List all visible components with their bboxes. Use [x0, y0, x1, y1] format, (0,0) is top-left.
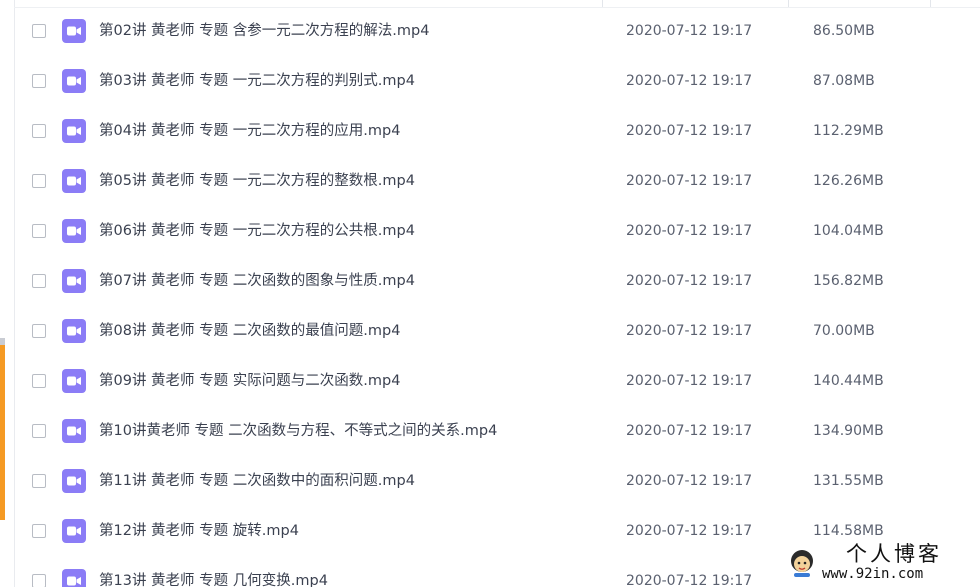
file-row[interactable]: 第02讲 黄老师 专题 含参一元二次方程的解法.mp4 2020-07-12 19… [14, 7, 980, 57]
file-name[interactable]: 第08讲 黄老师 专题 二次函数的最值问题.mp4 [99, 322, 400, 340]
file-modified-date: 2020-07-12 19:17 [626, 523, 753, 539]
file-row[interactable]: 第09讲 黄老师 专题 实际问题与二次函数.mp4 2020-07-12 19:1… [14, 357, 980, 407]
file-row[interactable]: 第05讲 黄老师 专题 一元二次方程的整数根.mp4 2020-07-12 19:… [14, 157, 980, 207]
file-name[interactable]: 第05讲 黄老师 专题 一元二次方程的整数根.mp4 [99, 172, 415, 190]
file-modified-date: 2020-07-12 19:17 [626, 73, 753, 89]
file-list: 第02讲 黄老师 专题 含参一元二次方程的解法.mp4 2020-07-12 19… [14, 7, 980, 587]
row-checkbox[interactable] [32, 574, 46, 587]
column-divider-end[interactable] [930, 0, 931, 7]
file-modified-date: 2020-07-12 19:17 [626, 473, 753, 489]
row-checkbox[interactable] [32, 324, 46, 338]
file-modified-date: 2020-07-12 19:17 [626, 123, 753, 139]
watermark: 个人博客 www.92in.com [780, 542, 980, 587]
file-size: 86.50MB [813, 23, 875, 39]
video-file-icon [62, 569, 86, 587]
file-size: 112.29MB [813, 123, 884, 139]
file-row[interactable]: 第06讲 黄老师 专题 一元二次方程的公共根.mp4 2020-07-12 19:… [14, 207, 980, 257]
file-row[interactable]: 第08讲 黄老师 专题 二次函数的最值问题.mp4 2020-07-12 19:1… [14, 307, 980, 357]
file-row[interactable]: 第07讲 黄老师 专题 二次函数的图象与性质.mp4 2020-07-12 19:… [14, 257, 980, 307]
file-name[interactable]: 第07讲 黄老师 专题 二次函数的图象与性质.mp4 [99, 272, 415, 290]
watermark-url: www.92in.com [822, 566, 924, 582]
file-size: 70.00MB [813, 323, 875, 339]
file-size: 140.44MB [813, 373, 884, 389]
video-file-icon [62, 519, 86, 543]
file-name[interactable]: 第11讲 黄老师 专题 二次函数中的面积问题.mp4 [99, 472, 415, 490]
video-file-icon [62, 419, 86, 443]
file-name[interactable]: 第03讲 黄老师 专题 一元二次方程的判别式.mp4 [99, 72, 415, 90]
file-modified-date: 2020-07-12 19:17 [626, 223, 753, 239]
file-name[interactable]: 第10讲黄老师 专题 二次函数与方程、不等式之间的关系.mp4 [99, 422, 497, 440]
file-size: 126.26MB [813, 173, 884, 189]
file-size: 156.82MB [813, 273, 884, 289]
video-file-icon [62, 269, 86, 293]
file-modified-date: 2020-07-12 19:17 [626, 273, 753, 289]
row-checkbox[interactable] [32, 274, 46, 288]
file-name[interactable]: 第09讲 黄老师 专题 实际问题与二次函数.mp4 [99, 372, 400, 390]
row-checkbox[interactable] [32, 524, 46, 538]
video-file-icon [62, 369, 86, 393]
file-modified-date: 2020-07-12 19:17 [626, 373, 753, 389]
file-size: 131.55MB [813, 473, 884, 489]
file-row[interactable]: 第10讲黄老师 专题 二次函数与方程、不等式之间的关系.mp4 2020-07-1… [14, 407, 980, 457]
file-size: 87.08MB [813, 73, 875, 89]
video-file-icon [62, 469, 86, 493]
row-checkbox[interactable] [32, 224, 46, 238]
file-manager-window: 第02讲 黄老师 专题 含参一元二次方程的解法.mp4 2020-07-12 19… [0, 0, 980, 587]
row-checkbox[interactable] [32, 424, 46, 438]
watermark-avatar-icon [791, 550, 813, 577]
left-scroll-indicator[interactable] [0, 345, 5, 520]
row-checkbox[interactable] [32, 474, 46, 488]
row-checkbox[interactable] [32, 174, 46, 188]
row-checkbox[interactable] [32, 374, 46, 388]
video-file-icon [62, 169, 86, 193]
watermark-title: 个人博客 [846, 542, 942, 566]
file-size: 114.58MB [813, 523, 884, 539]
file-row[interactable]: 第04讲 黄老师 专题 一元二次方程的应用.mp4 2020-07-12 19:1… [14, 107, 980, 157]
video-file-icon [62, 119, 86, 143]
video-file-icon [62, 19, 86, 43]
file-name[interactable]: 第04讲 黄老师 专题 一元二次方程的应用.mp4 [99, 122, 400, 140]
row-checkbox[interactable] [32, 24, 46, 38]
file-modified-date: 2020-07-12 19:17 [626, 23, 753, 39]
column-divider-date[interactable] [602, 0, 603, 7]
video-file-icon [62, 319, 86, 343]
file-modified-date: 2020-07-12 19:17 [626, 173, 753, 189]
row-checkbox[interactable] [32, 124, 46, 138]
video-file-icon [62, 219, 86, 243]
file-name[interactable]: 第13讲 黄老师 专题 几何变换.mp4 [99, 572, 328, 587]
file-name[interactable]: 第12讲 黄老师 专题 旋转.mp4 [99, 522, 299, 540]
file-name[interactable]: 第02讲 黄老师 专题 含参一元二次方程的解法.mp4 [99, 22, 429, 40]
file-modified-date: 2020-07-12 19:17 [626, 573, 753, 587]
video-file-icon [62, 69, 86, 93]
file-modified-date: 2020-07-12 19:17 [626, 323, 753, 339]
file-name[interactable]: 第06讲 黄老师 专题 一元二次方程的公共根.mp4 [99, 222, 415, 240]
file-row[interactable]: 第03讲 黄老师 专题 一元二次方程的判别式.mp4 2020-07-12 19:… [14, 57, 980, 107]
file-row[interactable]: 第11讲 黄老师 专题 二次函数中的面积问题.mp4 2020-07-12 19:… [14, 457, 980, 507]
file-size: 104.04MB [813, 223, 884, 239]
file-size: 134.90MB [813, 423, 884, 439]
column-divider-size[interactable] [788, 0, 789, 7]
file-modified-date: 2020-07-12 19:17 [626, 423, 753, 439]
row-checkbox[interactable] [32, 74, 46, 88]
